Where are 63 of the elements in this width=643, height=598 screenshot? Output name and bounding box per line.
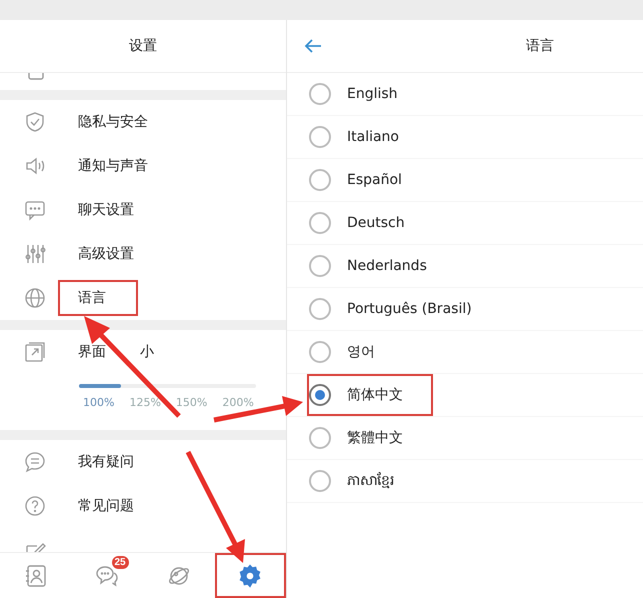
language-option[interactable]: 영어 [287, 331, 643, 374]
panel-title: 设置 [129, 37, 157, 55]
item-label: 高级设置 [77, 245, 135, 264]
language-label: English [347, 86, 398, 102]
chat-bubbles-icon [95, 564, 120, 588]
radio-button[interactable] [309, 341, 331, 363]
sliders-icon [24, 243, 46, 265]
language-option[interactable]: Italiano [287, 116, 643, 159]
settings-item[interactable]: 我有疑问 [0, 440, 286, 484]
language-option[interactable]: ភាសាខ្មែរ [287, 460, 643, 503]
language-option[interactable]: English [287, 73, 643, 116]
radio-button[interactable] [309, 427, 331, 449]
language-label: 영어 [347, 343, 375, 361]
language-label: Italiano [347, 129, 399, 145]
question-icon [24, 495, 46, 517]
language-label: Nederlands [347, 258, 427, 274]
radio-button[interactable] [309, 255, 331, 277]
speaker-icon [24, 155, 46, 177]
settings-item[interactable]: 高级设置 [0, 232, 286, 276]
settings-item[interactable]: 语言 [0, 276, 286, 320]
shield-icon [24, 111, 46, 133]
gear-icon [238, 564, 262, 588]
item-label: 小 [140, 343, 154, 361]
unread-badge: 25 [112, 556, 129, 569]
language-label: ភាសាខ្មែរ [347, 471, 394, 490]
language-label: Português (Brasil) [347, 301, 472, 317]
back-arrow-icon[interactable] [304, 38, 322, 54]
panel-title: 语言 [526, 37, 554, 55]
language-option[interactable]: Deutsch [287, 202, 643, 245]
globe-icon [24, 287, 46, 309]
radio-button[interactable] [309, 169, 331, 191]
language-option[interactable]: Nederlands [287, 245, 643, 288]
language-label: 繁體中文 [347, 429, 403, 447]
language-label: Español [347, 172, 402, 188]
language-label: 简体中文 [347, 386, 403, 404]
contact-icon [24, 564, 48, 588]
resize-icon [24, 341, 46, 363]
nav-tab[interactable] [214, 553, 286, 598]
item-label: 界面 [77, 343, 107, 362]
settings-item[interactable]: 聊天设置 [0, 188, 286, 232]
language-option[interactable]: 繁體中文 [287, 417, 643, 460]
language-label: Deutsch [347, 215, 405, 231]
size-slider[interactable] [79, 384, 256, 388]
item-label: 我有疑问 [77, 453, 135, 472]
radio-button[interactable] [309, 470, 331, 492]
settings-item[interactable]: 通知与声音 [0, 144, 286, 188]
radio-button[interactable] [309, 384, 331, 406]
item-label: 语言 [58, 280, 138, 316]
language-option[interactable]: Español [287, 159, 643, 202]
radio-button[interactable] [309, 298, 331, 320]
item-label: 常见问题 [77, 497, 135, 516]
chat-bubble-icon [24, 199, 46, 221]
item-label: 隐私与安全 [77, 113, 149, 132]
settings-item[interactable]: 常见问题 [0, 484, 286, 528]
language-option[interactable]: Português (Brasil) [287, 288, 643, 331]
radio-button[interactable] [309, 126, 331, 148]
device-icon [27, 73, 45, 81]
radio-button[interactable] [309, 83, 331, 105]
chat-bubble-icon [24, 451, 46, 473]
radio-button[interactable] [309, 212, 331, 234]
item-label: 聊天设置 [77, 201, 135, 220]
item-label: 通知与声音 [77, 157, 149, 176]
settings-item[interactable]: 隐私与安全 [0, 100, 286, 144]
